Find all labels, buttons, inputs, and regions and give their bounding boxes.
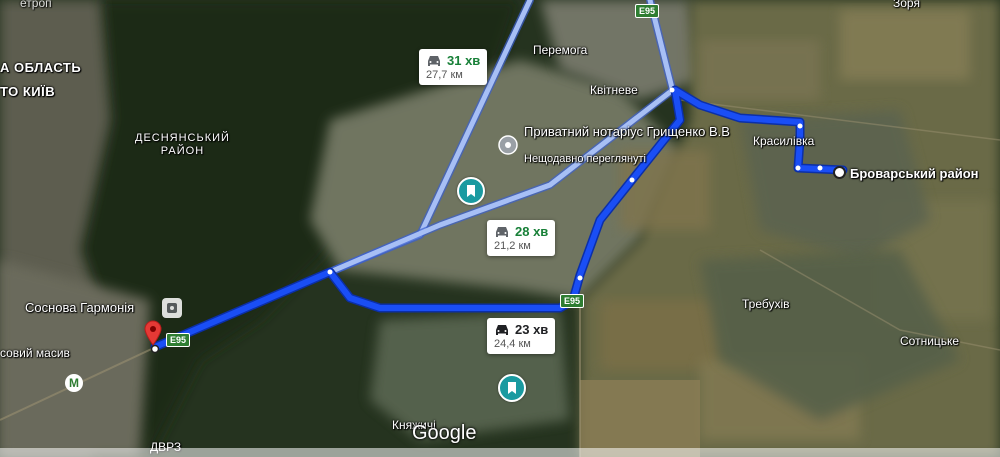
poi-marker-icon[interactable] — [498, 135, 518, 160]
place-label-lisovyi-masyv: совий масив — [0, 346, 70, 360]
metro-icon[interactable]: M — [65, 374, 83, 392]
route-card-alt2[interactable]: 28 хв 21,2 км — [487, 220, 556, 256]
attribution-bar — [0, 448, 1000, 457]
place-label-oblast: А ОБЛАСТЬ — [0, 60, 82, 75]
car-icon — [428, 55, 440, 66]
place-label-top-left: етроп — [20, 0, 52, 10]
place-label-desnianskyi: ДЕСНЯНСЬКИЙ РАЙОН — [135, 132, 230, 157]
route-distance: 27,7 км — [426, 69, 463, 81]
place-label-brovarskyi[interactable]: Броварський район — [850, 166, 979, 181]
place-label-trebukhiv: Требухів — [742, 297, 790, 311]
route-time: 23 хв — [515, 322, 549, 337]
place-label-peremoha: Перемога — [533, 43, 588, 57]
place-label-krasylivka: Красилівка — [753, 134, 815, 148]
poi-name[interactable]: Приватний нотаріус Грищенко В.В — [524, 124, 730, 139]
route-card-alt1[interactable]: 31 хв 27,7 км — [419, 49, 488, 85]
road-shield-e95: E95 — [166, 333, 191, 347]
poi-subtitle: Нещодавно переглянуті — [524, 153, 647, 165]
transit-stop-icon[interactable] — [162, 298, 182, 318]
road-shield-e95: E95 — [560, 294, 585, 308]
road-shield-e95: E95 — [635, 4, 660, 18]
route-time: 28 хв — [515, 224, 549, 239]
place-label-kvitneve: Квітневе — [590, 83, 638, 97]
route-distance: 24,4 км — [494, 338, 531, 350]
saved-place-icon[interactable] — [498, 374, 526, 402]
place-label-sosnova: Соснова Гармонія — [25, 300, 135, 315]
route-distance: 21,2 км — [494, 240, 531, 252]
google-logo: Google — [412, 422, 477, 444]
route-card-main[interactable]: 23 хв 24,4 км — [487, 318, 556, 354]
place-label-zoria: Зоря — [893, 0, 920, 10]
place-label-kyiv: ТО КИЇВ — [0, 84, 56, 99]
car-icon — [496, 226, 508, 237]
origin-dot — [150, 341, 160, 359]
car-icon — [496, 324, 508, 335]
route-time: 31 хв — [447, 53, 481, 68]
map-view[interactable]: етроп А ОБЛАСТЬ ТО КИЇВ ДЕСНЯНСЬКИЙ РАЙО… — [0, 0, 1000, 457]
destination-dot[interactable] — [833, 166, 846, 179]
place-label-sotnytske: Сотницьке — [900, 334, 960, 348]
saved-place-icon[interactable] — [457, 177, 485, 205]
